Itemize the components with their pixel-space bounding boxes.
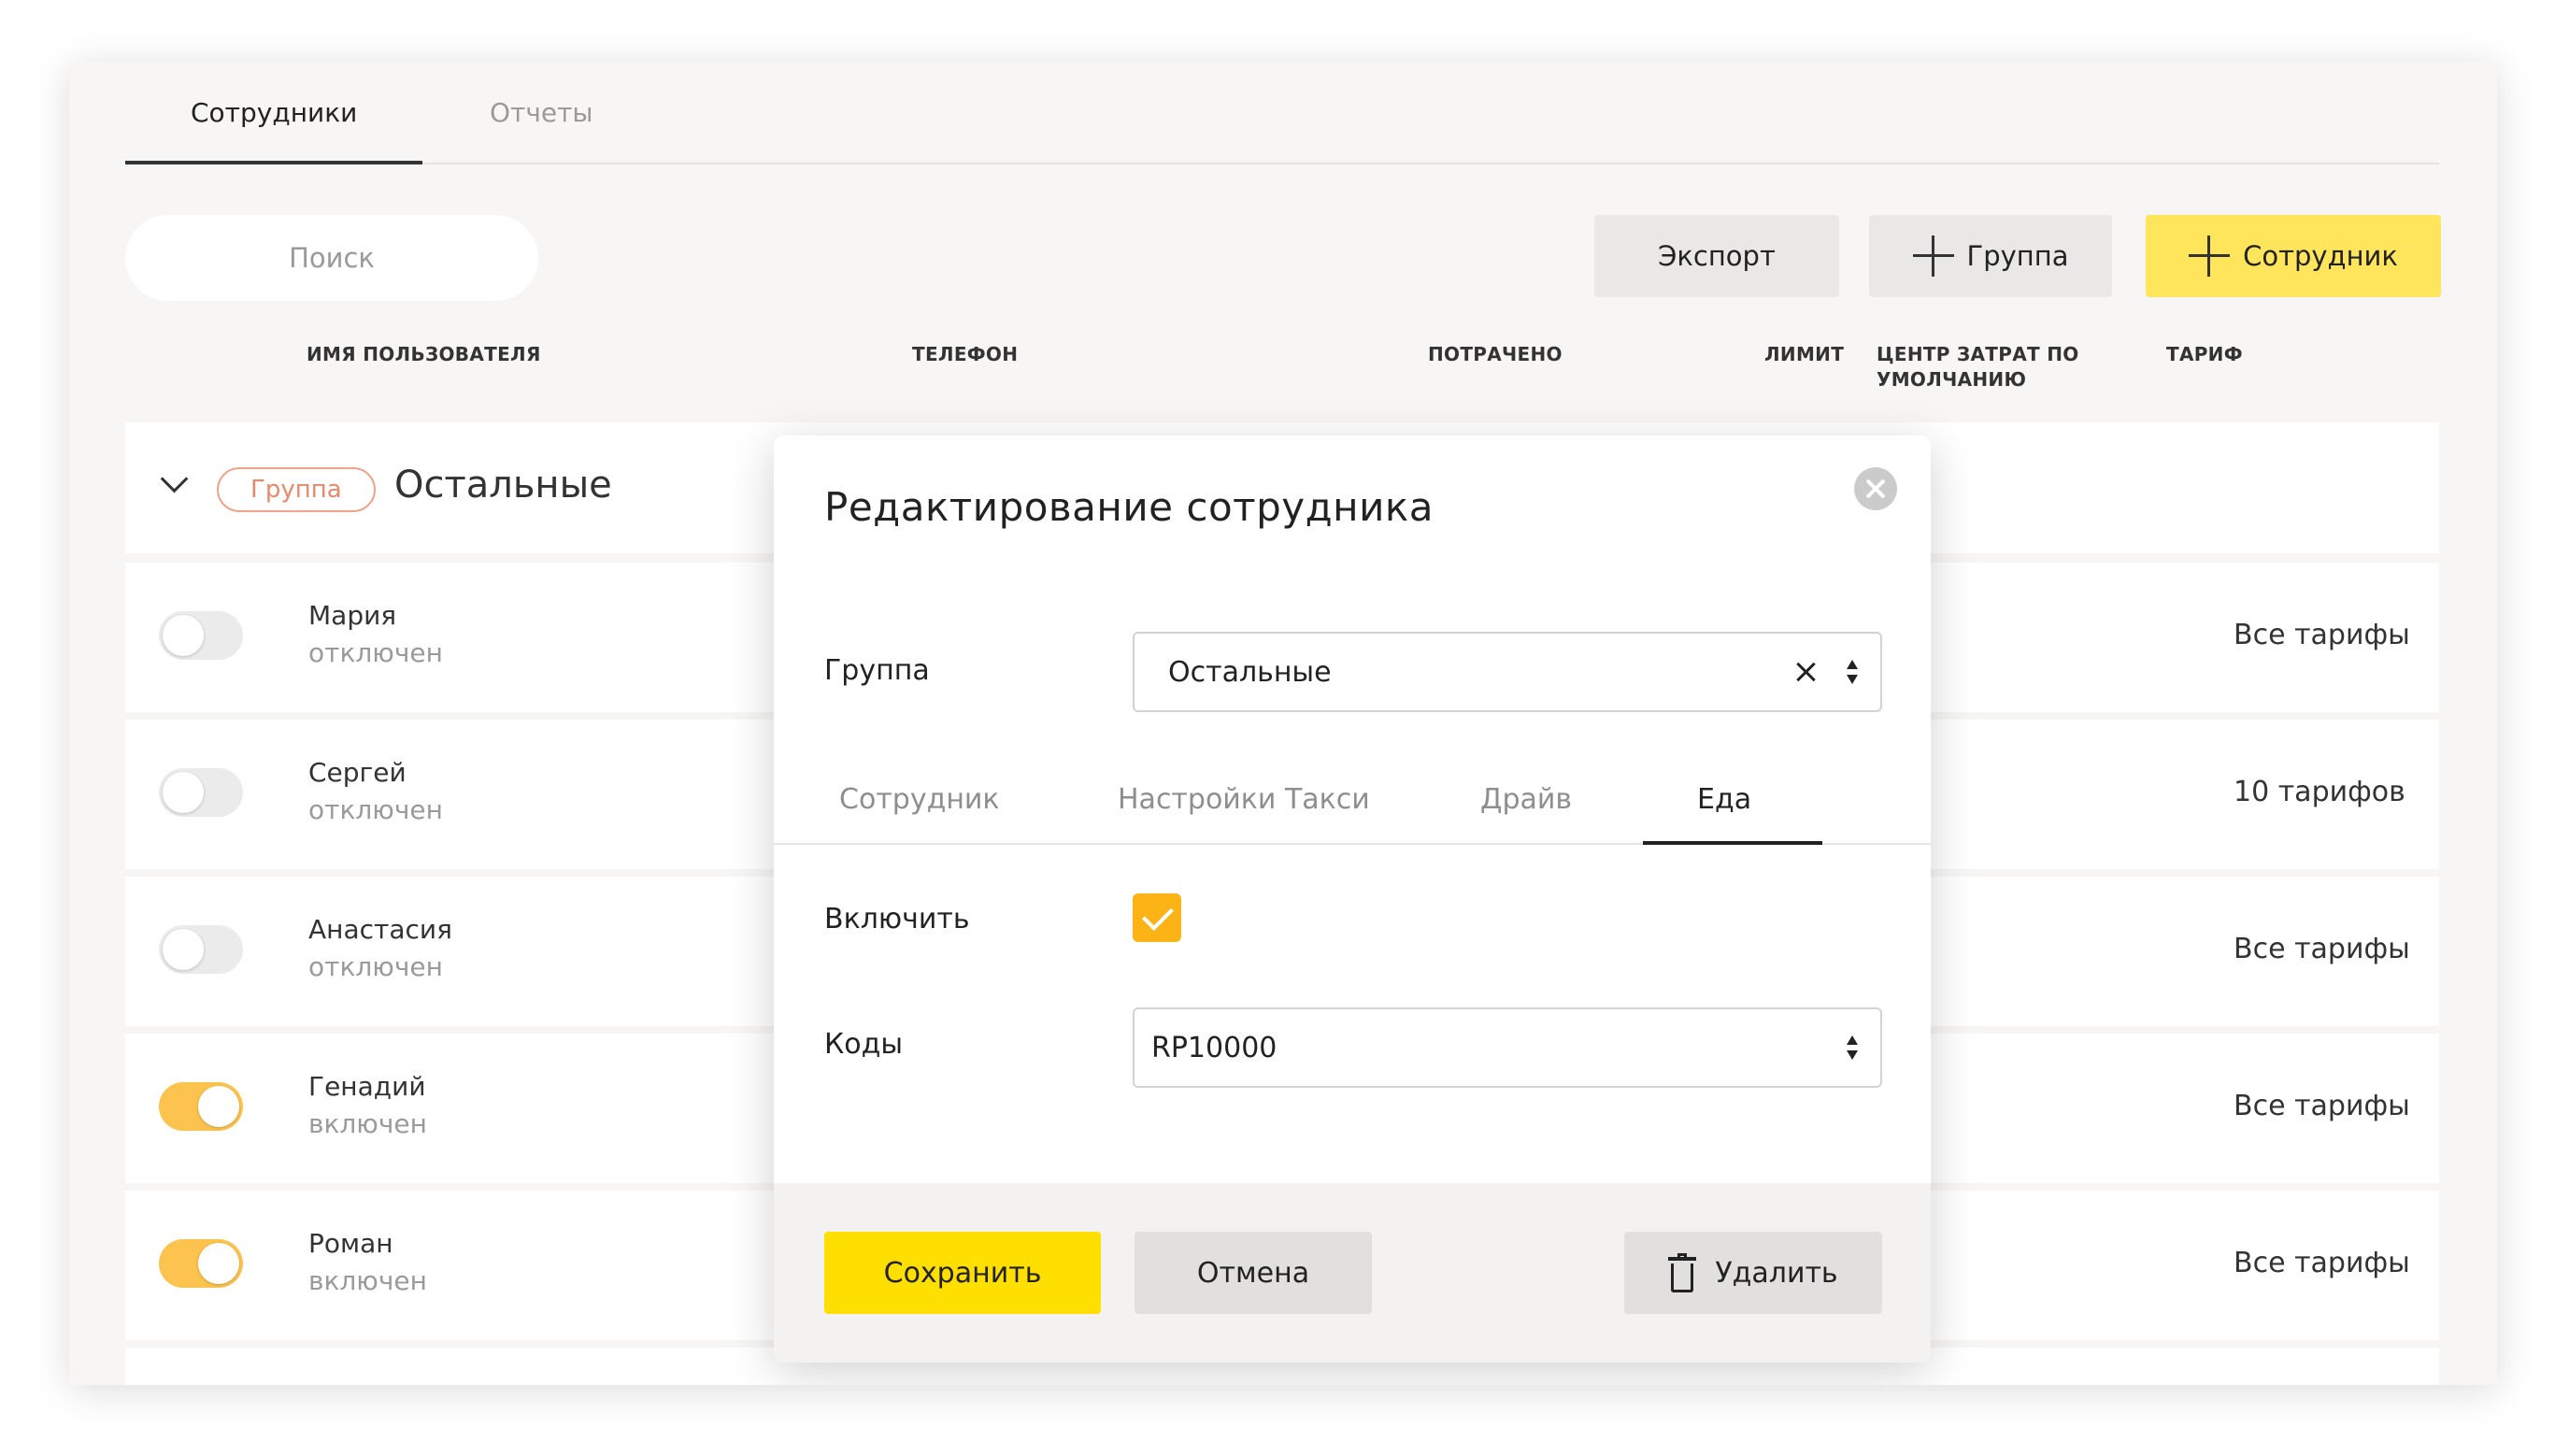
tab-active-indicator [125,161,422,164]
modal-tab-taxi-settings[interactable]: Настройки Такси [1118,783,1370,816]
modal-footer: Сохранить Отмена Удалить [774,1183,1931,1363]
export-button-label: Экспорт [1658,240,1776,272]
employee-name: Генадий [308,1071,426,1102]
tab-reports[interactable]: Отчеты [490,97,593,128]
app-window: Сотрудники Отчеты Поиск Экспорт Группа С… [69,62,2497,1385]
trash-icon [1668,1253,1697,1292]
employee-status: включен [308,1108,427,1139]
employee-tariff: Все тарифы [2234,619,2410,651]
employee-toggle[interactable] [159,611,243,660]
employee-toggle[interactable] [159,925,243,974]
column-header-spent: ПОТРАЧЕНО [1428,343,1563,365]
group-field-label: Группа [824,654,930,687]
select-arrows-icon [1845,1035,1860,1063]
employee-tariff: Все тарифы [2234,933,2410,965]
search-input[interactable]: Поиск [125,215,538,301]
toggle-knob [198,1243,239,1284]
group-select-value: Остальные [1168,656,1332,689]
column-header-limit: ЛИМИТ [1764,343,1845,365]
add-group-label: Группа [1966,240,2069,272]
toggle-knob [163,615,204,656]
delete-button[interactable]: Удалить [1624,1232,1882,1314]
close-icon[interactable] [1854,467,1897,510]
employee-tariff: Все тарифы [2234,1247,2410,1279]
employee-toggle[interactable] [159,1082,243,1131]
employee-status: отключен [308,637,443,668]
modal-tab-drive[interactable]: Драйв [1480,783,1572,816]
modal-tab-food[interactable]: Еда [1697,783,1751,816]
select-arrows-icon [1845,660,1860,688]
employee-name: Сергей [308,757,407,788]
employee-name: Роман [308,1228,393,1259]
save-button[interactable]: Сохранить [824,1232,1101,1314]
export-button[interactable]: Экспорт [1594,215,1839,297]
employee-status: отключен [308,794,443,825]
plus-icon [2189,236,2231,277]
employee-name: Мария [308,600,397,631]
chevron-down-icon[interactable] [160,464,189,493]
toggle-knob [198,1086,239,1127]
employee-status: отключен [308,951,443,982]
toggle-knob [163,772,204,813]
modal-title: Редактирование сотрудника [824,484,1435,530]
employee-name: Анастасия [308,914,452,945]
tabs-divider [125,163,2439,164]
codes-select-value: RP10000 [1151,1032,1278,1064]
delete-button-label: Удалить [1715,1256,1838,1290]
group-select[interactable]: Остальные [1133,632,1882,712]
column-header-username: ИМЯ ПОЛЬЗОВАТЕЛЯ [307,343,541,365]
column-header-phone: ТЕЛЕФОН [912,343,1019,365]
employee-toggle[interactable] [159,768,243,817]
codes-field-label: Коды [824,1028,904,1061]
group-badge: Группа [217,467,376,512]
clear-icon[interactable] [1792,658,1820,686]
toggle-knob [163,929,204,970]
edit-employee-modal: Редактирование сотрудника Группа Остальн… [774,435,1931,1363]
enable-field-label: Включить [824,903,970,935]
tab-employees[interactable]: Сотрудники [191,97,357,128]
employee-tariff: 10 тарифов [2234,776,2405,808]
add-employee-label: Сотрудник [2243,240,2398,272]
enable-checkbox[interactable] [1133,893,1181,942]
modal-tab-active-indicator [1643,841,1822,845]
cancel-button-label: Отмена [1196,1256,1310,1290]
modal-tab-employee[interactable]: Сотрудник [839,783,1000,816]
column-header-tariff: ТАРИФ [2166,343,2243,365]
save-button-label: Сохранить [883,1256,1042,1290]
employee-tariff: Все тарифы [2234,1090,2410,1122]
add-group-button[interactable]: Группа [1869,215,2112,297]
plus-icon [1912,236,1954,277]
add-employee-button[interactable]: Сотрудник [2146,215,2441,297]
column-header-cost-center: ЦЕНТР ЗАТРАТ ПО УМОЛЧАНИЮ [1877,343,2079,391]
group-name: Остальные [394,464,612,507]
cancel-button[interactable]: Отмена [1135,1232,1372,1314]
employee-toggle[interactable] [159,1239,243,1288]
employee-status: включен [308,1265,427,1296]
codes-select[interactable]: RP10000 [1133,1007,1882,1088]
